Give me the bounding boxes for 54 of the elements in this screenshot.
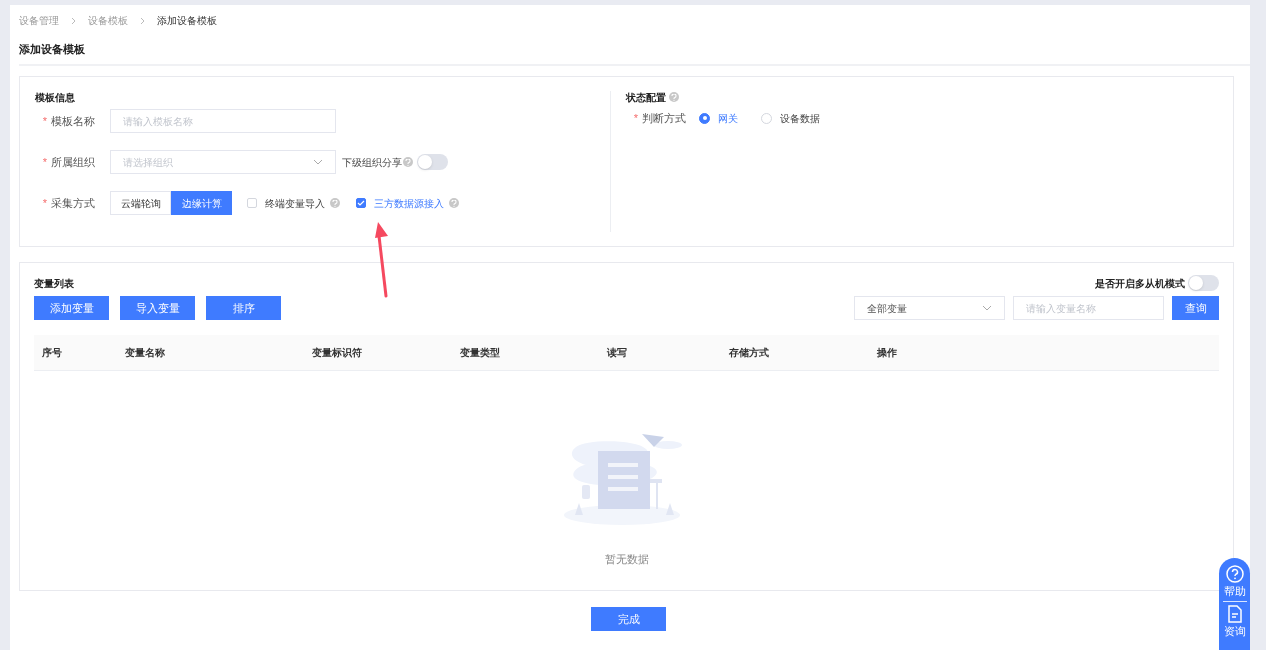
- checkbox[interactable]: [356, 198, 366, 208]
- toggle-label: 是否开启多从机模式: [1095, 276, 1185, 291]
- field-label: 判断方式: [642, 110, 686, 126]
- column-header: 序号: [42, 347, 62, 358]
- help-icon: [669, 92, 679, 102]
- chevron-right-icon: [71, 16, 76, 25]
- section-title: 模板信息: [35, 91, 76, 104]
- required-mark: *: [42, 113, 47, 129]
- field-label: 下级组织分享: [342, 155, 402, 170]
- action-button[interactable]: 导入变量: [120, 296, 195, 320]
- empty-text: 暂无数据: [604, 552, 649, 567]
- toggle-switch[interactable]: [1188, 275, 1219, 291]
- field-label: 模板名称: [51, 113, 95, 129]
- field-label: 所属组织: [51, 154, 95, 170]
- consult-button[interactable]: 资询: [1223, 605, 1246, 638]
- checkbox-label: 三方数据源接入: [374, 196, 444, 211]
- question-mark-icon: [1225, 565, 1244, 583]
- section-title: 变量列表: [34, 277, 74, 291]
- chevron-down-icon: [313, 159, 323, 165]
- radio-label: 设备数据: [780, 111, 820, 126]
- select-field[interactable]: 全部变量: [854, 296, 1005, 320]
- query-button[interactable]: 查询: [1172, 296, 1219, 320]
- segment-button[interactable]: 边缘计算: [171, 191, 232, 215]
- radio-label: 网关: [718, 111, 738, 126]
- select-value: 全部变量: [867, 301, 907, 316]
- help-icon: [330, 198, 340, 208]
- field-label: 采集方式: [51, 195, 95, 211]
- breadcrumb-item[interactable]: 设备模板: [88, 13, 128, 28]
- required-mark: *: [633, 110, 638, 126]
- segment-button[interactable]: 云端轮询: [110, 191, 171, 215]
- column-header: 读写: [607, 347, 627, 358]
- toggle-switch[interactable]: [417, 154, 448, 170]
- action-button[interactable]: 添加变量: [34, 296, 109, 320]
- help-icon: [403, 157, 413, 167]
- checkbox-label: 终端变量导入: [265, 196, 325, 211]
- section-title: 状态配置: [626, 90, 666, 105]
- page-title: 添加设备模板: [18, 42, 86, 57]
- action-button[interactable]: 排序: [206, 296, 281, 320]
- column-header: 变量类型: [460, 347, 500, 358]
- required-mark: *: [42, 195, 47, 211]
- breadcrumb-item[interactable]: 设备管理: [19, 13, 59, 28]
- document-icon: [1226, 605, 1243, 623]
- column-header: 存储方式: [729, 347, 769, 358]
- column-header: 操作: [877, 347, 897, 358]
- finish-button[interactable]: 完成: [591, 607, 666, 631]
- radio-button[interactable]: [699, 112, 710, 124]
- help-icon: [449, 198, 459, 208]
- column-header: 变量标识符: [312, 347, 362, 358]
- chevron-down-icon: [982, 305, 992, 311]
- required-mark: *: [42, 154, 47, 170]
- column-header: 变量名称: [125, 347, 165, 358]
- breadcrumb-item: 添加设备模板: [157, 14, 217, 28]
- chevron-right-icon: [140, 16, 145, 25]
- help-button[interactable]: 帮助: [1223, 565, 1246, 598]
